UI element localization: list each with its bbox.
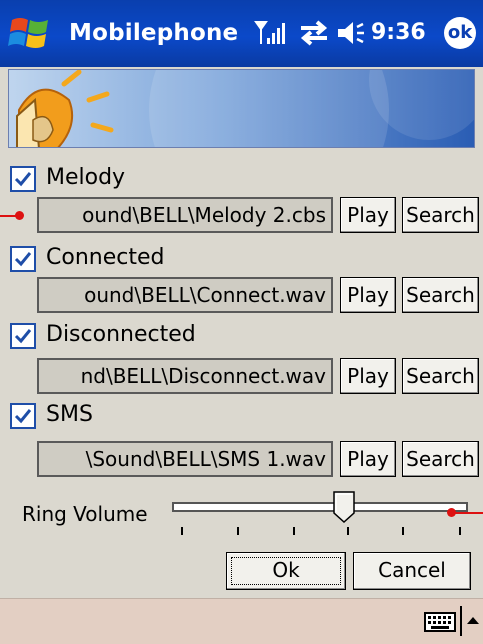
disconnected-search-button[interactable]: Search (402, 358, 479, 394)
annotation-dot (15, 211, 24, 220)
slider-tick (402, 527, 404, 535)
connected-play-button[interactable]: Play (340, 277, 396, 313)
sms-play-button[interactable]: Play (340, 441, 396, 477)
melody-path-field[interactable]: ound\BELL\Melody 2.cbs (37, 197, 333, 233)
disconnected-checkbox[interactable] (10, 323, 36, 349)
check-icon (14, 172, 32, 187)
cancel-dialog-button[interactable]: Cancel (353, 552, 471, 590)
app-title: Mobilephone (69, 20, 239, 46)
slider-tick (293, 527, 295, 535)
disconnected-path-text: nd\BELL\Disconnect.wav (80, 364, 326, 388)
check-icon (14, 252, 32, 267)
annotation-dot (447, 508, 456, 517)
signal-icon[interactable] (254, 18, 288, 48)
melody-play-button[interactable]: Play (340, 197, 396, 233)
sms-path-field[interactable]: \Sound\BELL\SMS 1.wav (37, 441, 333, 477)
banner (8, 69, 475, 148)
slider-tick (237, 527, 239, 535)
sms-label: SMS (46, 402, 93, 427)
focus-outline (231, 557, 341, 585)
melody-label: Melody (46, 165, 126, 190)
connected-path-field[interactable]: ound\BELL\Connect.wav (37, 277, 333, 313)
disconnected-path-field[interactable]: nd\BELL\Disconnect.wav (37, 358, 333, 394)
clock[interactable]: 9:36 (371, 20, 426, 45)
up-arrow-icon[interactable] (459, 604, 479, 638)
connected-search-button[interactable]: Search (402, 277, 479, 313)
melody-path-text: ound\BELL\Melody 2.cbs (82, 203, 326, 227)
ok-dialog-button[interactable]: Ok (226, 552, 346, 590)
disconnected-label: Disconnected (46, 322, 196, 347)
melody-checkbox[interactable] (10, 166, 36, 192)
title-bar: Mobilephone 9:36 ok (0, 0, 483, 67)
ring-volume-label: Ring Volume (22, 502, 148, 526)
ok-button[interactable]: ok (444, 17, 476, 49)
sms-checkbox[interactable] (10, 403, 36, 429)
keyboard-icon[interactable] (424, 612, 456, 632)
melody-search-button[interactable]: Search (402, 197, 479, 233)
slider-tick (459, 527, 461, 535)
slider-tick (181, 527, 183, 535)
annotation-line (0, 215, 16, 217)
disconnected-play-button[interactable]: Play (340, 358, 396, 394)
annotation-line (452, 512, 483, 514)
connected-checkbox[interactable] (10, 246, 36, 272)
volume-icon[interactable] (336, 19, 366, 47)
speaker-graphic (16, 70, 474, 147)
sync-icon[interactable] (297, 18, 331, 48)
slider-tick (347, 527, 349, 535)
check-icon (14, 329, 32, 344)
sms-search-button[interactable]: Search (402, 441, 479, 477)
ring-volume-slider-thumb[interactable] (332, 491, 355, 523)
sms-path-text: \Sound\BELL\SMS 1.wav (85, 447, 326, 471)
windows-start-icon[interactable] (8, 12, 52, 54)
connected-label: Connected (46, 245, 165, 270)
check-icon (14, 409, 32, 424)
connected-path-text: ound\BELL\Connect.wav (84, 283, 326, 307)
ring-volume-slider[interactable] (172, 502, 468, 512)
bottom-menu-bar (0, 598, 483, 644)
